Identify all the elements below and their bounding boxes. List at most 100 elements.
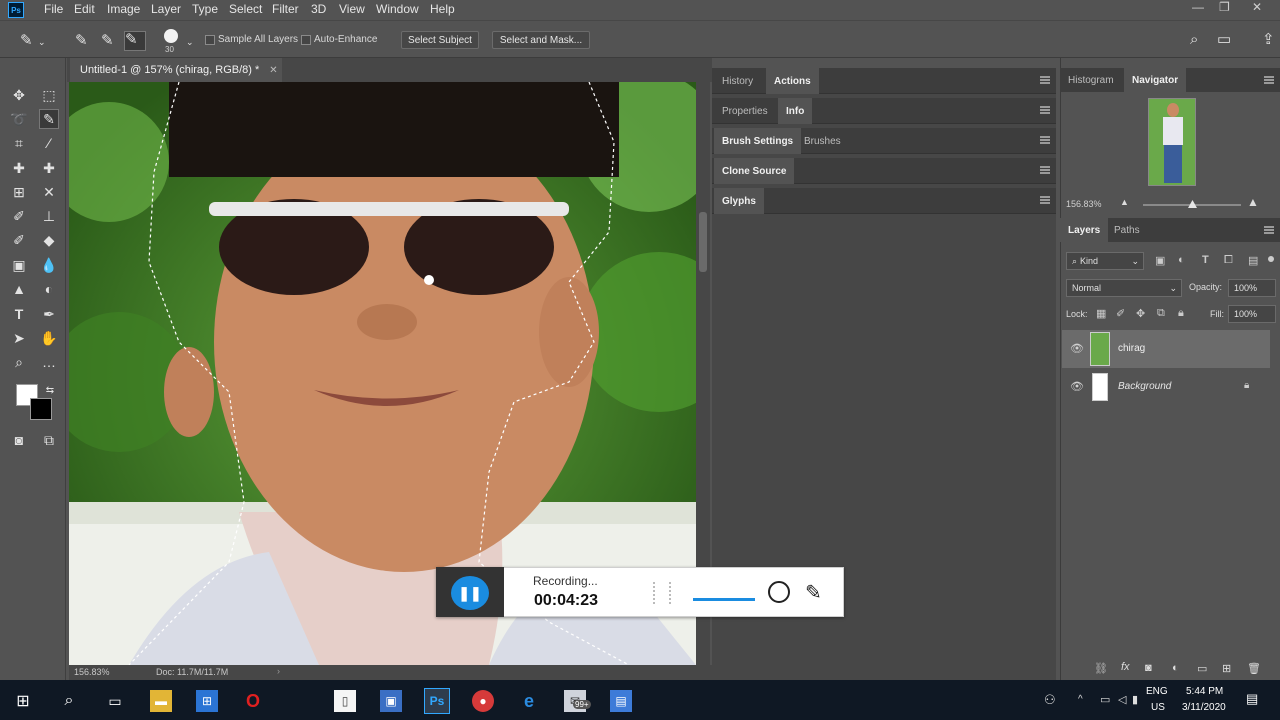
menu-3d[interactable]: 3D — [311, 2, 326, 16]
transform-icon[interactable]: ✕ — [39, 182, 59, 202]
link-layers-icon[interactable]: ⛓ — [1094, 662, 1108, 675]
close-tab-icon[interactable]: ✕ — [269, 65, 277, 76]
panel-menu-icon[interactable] — [1264, 76, 1274, 84]
zoom-in-icon[interactable]: ▲ — [1247, 195, 1259, 209]
tab-properties[interactable]: Properties — [714, 98, 776, 124]
tab-brush-settings[interactable]: Brush Settings — [714, 128, 802, 154]
document-tab[interactable]: Untitled-1 @ 157% (chirag, RGB/8) * ✕ — [70, 58, 282, 82]
clock-time[interactable]: 5:44 PM — [1186, 686, 1223, 697]
webcam-icon[interactable] — [768, 581, 790, 603]
path-selection-icon[interactable]: ➤ — [9, 328, 29, 348]
add-mask-icon[interactable]: ◙ — [1145, 662, 1152, 674]
region-indicator[interactable]: US — [1151, 702, 1165, 713]
tab-info[interactable]: Info — [778, 98, 813, 124]
battery-icon[interactable]: ▮ — [1132, 693, 1138, 706]
pen-annotate-icon[interactable]: ✎ — [805, 580, 822, 605]
history-brush-icon[interactable]: ✐ — [9, 230, 29, 250]
hand-tool-icon[interactable]: ✋ — [39, 328, 59, 348]
visibility-eye-icon[interactable]: 👁︎ — [1070, 380, 1084, 393]
store-bag-icon[interactable]: ▣ — [380, 690, 402, 712]
eraser-tool-icon[interactable]: ◆ — [39, 230, 59, 250]
blur-tool-icon[interactable]: 💧 — [39, 255, 59, 275]
screen-mode-icon[interactable]: ⧉ — [39, 430, 59, 450]
quick-mask-icon[interactable]: ◙ — [9, 430, 29, 450]
type-tool-icon[interactable]: T — [9, 304, 29, 324]
layer-style-icon[interactable]: fx — [1121, 661, 1130, 673]
background-color-swatch[interactable] — [30, 398, 52, 420]
marquee-tool-icon[interactable]: ⬚ — [39, 85, 59, 105]
people-icon[interactable]: ⚇ — [1044, 692, 1056, 708]
menu-filter[interactable]: Filter — [272, 2, 299, 16]
zoom-out-icon[interactable]: ▲ — [1120, 197, 1129, 207]
sponge-tool-icon[interactable]: ◐ — [39, 279, 59, 299]
subtract-selection-icon[interactable]: ✎ — [124, 31, 146, 51]
healing-brush-icon[interactable]: ✚ — [9, 158, 29, 178]
brush-tool-icon[interactable]: ✐ — [9, 206, 29, 226]
opera-icon[interactable]: O — [242, 690, 264, 712]
windows-start-icon[interactable]: ⊞ — [12, 690, 34, 712]
tab-glyphs[interactable]: Glyphs — [714, 188, 764, 214]
pixel-filter-icon[interactable]: ▣ — [1155, 254, 1165, 267]
brush-preset-icon[interactable] — [164, 29, 178, 43]
action-center-icon[interactable]: ▤ — [1246, 691, 1258, 707]
tab-paths[interactable]: Paths — [1106, 218, 1148, 242]
layer-row-chirag[interactable]: 👁︎ chirag — [1062, 330, 1270, 368]
lock-artboard-icon[interactable]: ⧉ — [1157, 307, 1165, 320]
layer-name[interactable]: Background — [1118, 381, 1171, 392]
panel-menu-icon[interactable] — [1040, 136, 1050, 144]
patch-tool-icon[interactable]: ✚ — [39, 158, 59, 178]
auto-enhance-checkbox[interactable] — [301, 35, 311, 45]
brush-picker-chevron-icon[interactable]: ⌄ — [186, 34, 194, 50]
recorder-app-icon[interactable]: ● — [472, 690, 494, 712]
lock-position-icon[interactable]: ✥ — [1136, 307, 1145, 320]
search-icon[interactable]: ⌕ — [1190, 32, 1198, 48]
chevron-down-icon[interactable]: ⌄ — [38, 34, 46, 50]
search-icon[interactable]: ⌕ — [58, 690, 80, 712]
lasso-tool-icon[interactable]: ➰ — [9, 109, 29, 129]
volume-icon[interactable]: ◁ — [1118, 693, 1126, 706]
quick-selection-tool-icon[interactable]: ✎ — [20, 33, 33, 49]
tab-history[interactable]: History — [714, 68, 761, 94]
adjustment-filter-icon[interactable]: ◐ — [1178, 254, 1185, 266]
layer-kind-filter[interactable]: ⌕ Kind ⌄ — [1066, 252, 1144, 270]
add-to-selection-icon[interactable]: ✎ — [101, 33, 114, 49]
stamp-tool-icon[interactable]: ⊥ — [39, 206, 59, 226]
scrollbar-thumb[interactable] — [699, 212, 707, 272]
zoom-tool-icon[interactable]: ⌕ — [9, 352, 29, 372]
delete-layer-icon[interactable]: 🗑︎ — [1247, 662, 1261, 675]
network-icon[interactable]: ▭ — [1100, 693, 1110, 706]
menu-help[interactable]: Help — [430, 2, 455, 16]
smart-object-filter-icon[interactable]: ▤ — [1248, 254, 1258, 267]
photoshop-taskbar-icon[interactable]: Ps — [424, 688, 450, 714]
pause-button[interactable]: ❚❚ — [451, 576, 489, 610]
shape-filter-icon[interactable]: ⧠ — [1224, 254, 1233, 267]
select-and-mask-button[interactable]: Select and Mask... — [492, 31, 590, 49]
menu-window[interactable]: Window — [376, 2, 419, 16]
swap-colors-icon[interactable]: ⇆ — [40, 380, 60, 400]
menu-select[interactable]: Select — [229, 2, 262, 16]
windows-store-tile-icon[interactable]: ⊞ — [196, 690, 218, 712]
tab-navigator[interactable]: Navigator — [1124, 68, 1187, 92]
language-indicator[interactable]: ENG — [1146, 686, 1168, 697]
workspace-icon[interactable]: ▭ — [1217, 32, 1231, 48]
menu-file[interactable]: File — [44, 2, 63, 16]
pen-tool-icon[interactable]: ✒ — [39, 304, 59, 324]
minimize-button[interactable]: — — [1192, 0, 1204, 14]
new-selection-icon[interactable]: ✎ — [75, 33, 88, 49]
panel-menu-icon[interactable] — [1264, 226, 1274, 234]
crop-tool-icon[interactable]: ⌗ — [9, 133, 29, 153]
layer-name[interactable]: chirag — [1118, 343, 1145, 354]
notepad-icon[interactable]: ▯ — [334, 690, 356, 712]
lock-image-icon[interactable]: ✐ — [1116, 307, 1125, 320]
menu-layer[interactable]: Layer — [151, 2, 181, 16]
quick-selection-tool-icon[interactable]: ✎ — [39, 109, 59, 129]
menu-view[interactable]: View — [339, 2, 365, 16]
content-aware-icon[interactable]: ⊞ — [9, 182, 29, 202]
panel-menu-icon[interactable] — [1040, 166, 1050, 174]
new-layer-icon[interactable]: ⊞ — [1222, 662, 1231, 675]
opacity-input[interactable]: 100% — [1228, 279, 1276, 297]
tab-layers[interactable]: Layers — [1060, 218, 1109, 242]
more-tools-icon[interactable]: … — [39, 352, 59, 372]
dodge-tool-icon[interactable]: ▲ — [9, 279, 29, 299]
filter-toggle-icon[interactable] — [1268, 256, 1274, 262]
